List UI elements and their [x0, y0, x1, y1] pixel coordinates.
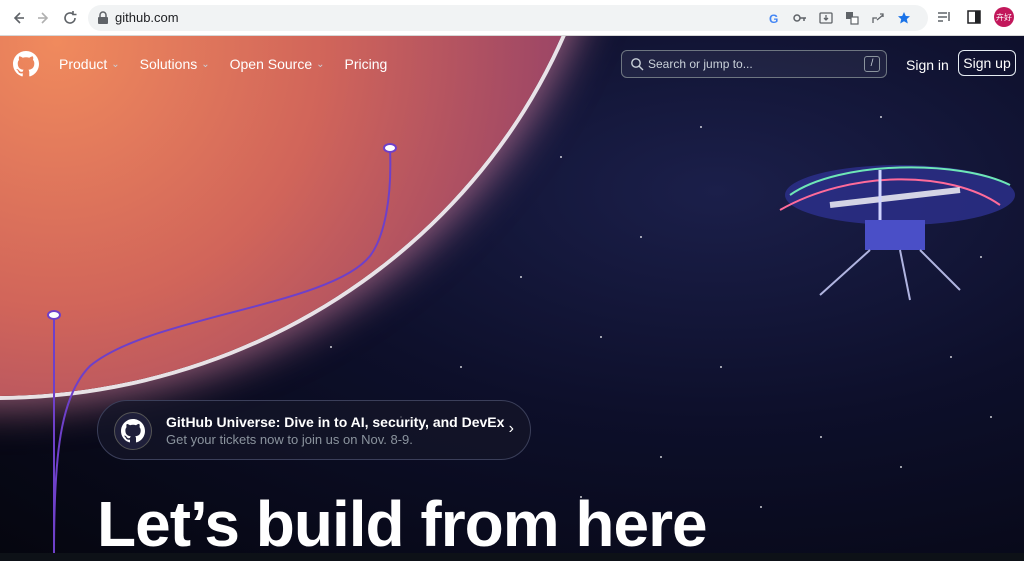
sign-in-link[interactable]: Sign in — [906, 57, 949, 73]
key-icon[interactable] — [792, 10, 808, 26]
banner-title: GitHub Universe: Dive in to AI, security… — [166, 414, 505, 430]
main-nav: Product ⌄ Solutions ⌄ Open Source ⌄ Pric… — [59, 56, 387, 72]
nav-solutions[interactable]: Solutions ⌄ — [140, 56, 210, 72]
chevron-down-icon: ⌄ — [316, 58, 325, 70]
nav-pricing-label: Pricing — [344, 56, 388, 72]
translate-icon[interactable] — [844, 10, 860, 26]
nav-product-label: Product — [59, 56, 108, 72]
arrow-left-icon — [13, 12, 24, 24]
chevron-right-icon: › — [508, 420, 514, 437]
chevron-down-icon: ⌄ — [201, 58, 210, 70]
forward-button[interactable] — [34, 8, 54, 28]
bookmark-star-icon[interactable] — [896, 10, 912, 26]
github-logo-icon[interactable] — [13, 51, 39, 77]
universe-banner-link[interactable]: GitHub Universe: Dive in to AI, security… — [97, 400, 531, 460]
install-icon[interactable] — [818, 10, 834, 26]
chevron-down-icon: ⌄ — [111, 58, 120, 70]
address-bar[interactable]: github.com G — [88, 5, 928, 31]
hero-headline: Let’s build from here — [97, 488, 708, 560]
nav-open-source[interactable]: Open Source ⌄ — [230, 56, 325, 72]
search-shortcut-key: / — [864, 56, 880, 72]
search-placeholder: Search or jump to... — [648, 57, 753, 71]
sign-up-button[interactable]: Sign up — [958, 50, 1016, 76]
nav-product[interactable]: Product ⌄ — [59, 56, 120, 72]
nav-pricing[interactable]: Pricing — [345, 56, 388, 72]
universe-logo-icon — [114, 412, 152, 450]
browser-toolbar: github.com G 卉好 — [0, 0, 1024, 36]
search-input[interactable]: Search or jump to... / — [621, 50, 887, 78]
lock-icon — [98, 11, 108, 24]
helicopter-drone-illustration — [779, 165, 1015, 301]
nav-open-source-label: Open Source — [229, 56, 313, 72]
reload-icon — [64, 11, 77, 24]
reading-list-icon[interactable] — [934, 7, 954, 27]
reload-button[interactable] — [60, 8, 80, 28]
google-icon[interactable]: G — [766, 10, 782, 26]
nav-solutions-label: Solutions — [139, 56, 198, 72]
banner-subtitle: Get your tickets now to join us on Nov. … — [166, 432, 413, 447]
back-button[interactable] — [8, 8, 28, 28]
svg-text:G: G — [769, 12, 778, 25]
side-panel-icon[interactable] — [964, 7, 984, 27]
url-text: github.com — [115, 10, 179, 25]
arrow-right-icon — [38, 12, 49, 24]
profile-avatar[interactable]: 卉好 — [994, 7, 1014, 27]
share-icon[interactable] — [870, 10, 886, 26]
search-icon — [631, 58, 644, 71]
site-header: Product ⌄ Solutions ⌄ Open Source ⌄ Pric… — [0, 36, 1024, 94]
